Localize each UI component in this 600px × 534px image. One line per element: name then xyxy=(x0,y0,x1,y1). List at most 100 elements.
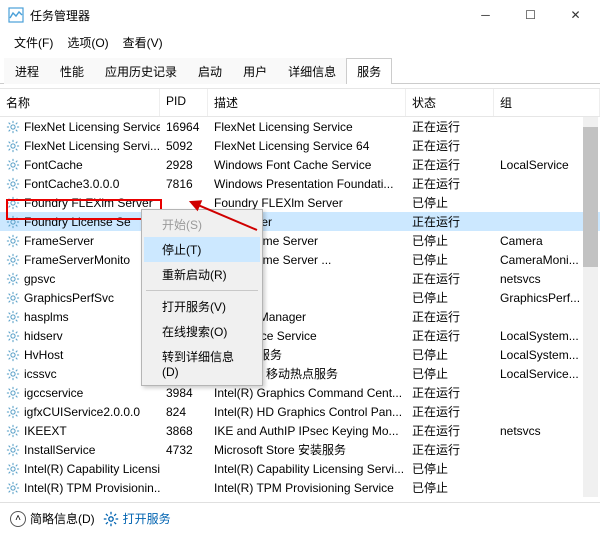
service-row[interactable]: hidservace Device Service正在运行LocalSystem… xyxy=(0,326,600,345)
service-row[interactable]: Intel(R) Capability Licensi... Intel(R) C… xyxy=(0,459,600,478)
footer-open-services[interactable]: 打开服务 xyxy=(123,510,171,527)
service-row[interactable]: InstallService4732Microsoft Store 安装服务正在… xyxy=(0,440,600,459)
service-row[interactable]: HvHostHV 主机服务已停止LocalSystem... xyxy=(0,345,600,364)
service-pid: 16964 xyxy=(160,119,208,135)
service-row[interactable]: GraphicsPerfSvcSvc已停止GraphicsPerf... xyxy=(0,288,600,307)
service-row[interactable]: igfxCUIService2.0.0.0 824Intel(R) HD Grap… xyxy=(0,402,600,421)
service-pid: 2928 xyxy=(160,157,208,173)
service-icon xyxy=(6,481,20,495)
service-name: FontCache3.0.0.0 xyxy=(24,177,119,191)
service-icon xyxy=(6,462,20,476)
maximize-button[interactable]: ☐ xyxy=(508,0,553,30)
close-button[interactable]: ✕ xyxy=(553,0,598,30)
minimize-button[interactable]: ─ xyxy=(463,0,508,30)
service-pid xyxy=(160,487,208,489)
service-status: 正在运行 xyxy=(406,383,494,402)
service-name: Intel(R) TPM Provisionin... xyxy=(24,481,160,495)
service-row[interactable]: FontCache2928Windows Font Cache Service正… xyxy=(0,155,600,174)
service-row[interactable]: FrameServermera Frame Server已停止Camera xyxy=(0,231,600,250)
service-row[interactable]: igccservice 3984Intel(R) Graphics Command… xyxy=(0,383,600,402)
service-status: 已停止 xyxy=(406,250,494,269)
menu-options[interactable]: 选项(O) xyxy=(61,32,114,53)
col-status[interactable]: 状态 xyxy=(406,89,494,116)
service-name: FrameServer xyxy=(24,234,94,248)
service-row[interactable]: IKEEXT3868IKE and AuthIP IPsec Keying Mo… xyxy=(0,421,600,440)
tab-0[interactable]: 进程 xyxy=(4,58,50,84)
service-name: GraphicsPerfSvc xyxy=(24,291,114,305)
service-status: 正在运行 xyxy=(406,117,494,136)
service-status: 已停止 xyxy=(406,193,494,212)
tab-5[interactable]: 详细信息 xyxy=(277,58,347,84)
service-row[interactable]: Foundry License Sense Server正在运行 xyxy=(0,212,600,231)
service-row[interactable]: FlexNet Licensing Service16964FlexNet Li… xyxy=(0,117,600,136)
tab-6[interactable]: 服务 xyxy=(346,58,392,84)
service-desc: Microsoft Store 安装服务 xyxy=(208,440,406,459)
tab-1[interactable]: 性能 xyxy=(49,58,95,84)
chevron-up-icon[interactable]: ˄ xyxy=(10,511,26,527)
tab-4[interactable]: 用户 xyxy=(232,58,278,84)
service-row[interactable]: FrameServerMonitomera Frame Server ...已停… xyxy=(0,250,600,269)
service-status: 正在运行 xyxy=(406,440,494,459)
service-icon xyxy=(6,196,20,210)
vertical-scrollbar[interactable] xyxy=(583,117,598,497)
context-menu: 开始(S) 停止(T) 重新启动(R) 打开服务(V) 在线搜索(O) 转到详细… xyxy=(141,209,263,386)
menu-file[interactable]: 文件(F) xyxy=(8,32,59,53)
service-desc: Intel(R) HD Graphics Control Pan... xyxy=(208,404,406,420)
service-desc: Intel(R) TPM Provisioning Service xyxy=(208,480,406,496)
service-icon xyxy=(6,291,20,305)
col-pid[interactable]: PID xyxy=(160,89,208,116)
service-name: InstallService xyxy=(24,443,95,457)
service-name: igfxCUIService2.0.0.0 xyxy=(24,405,140,419)
service-status: 已停止 xyxy=(406,364,494,383)
col-group[interactable]: 组 xyxy=(494,89,600,116)
service-icon xyxy=(6,386,20,400)
ctx-separator xyxy=(146,290,258,291)
ctx-stop[interactable]: 停止(T) xyxy=(144,237,260,262)
service-row[interactable]: Intel(R) TPM Provisionin... Intel(R) TPM … xyxy=(0,478,600,497)
service-row[interactable]: FontCache3.0.0.07816Windows Presentation… xyxy=(0,174,600,193)
service-status: 正在运行 xyxy=(406,212,494,231)
service-row[interactable]: hasplmsLicense Manager正在运行 xyxy=(0,307,600,326)
service-pid xyxy=(160,468,208,470)
gear-icon xyxy=(103,511,119,527)
service-name: Intel(R) Capability Licensi... xyxy=(24,462,160,476)
ctx-go-details[interactable]: 转到详细信息(D) xyxy=(144,344,260,383)
service-icon xyxy=(6,158,20,172)
service-name: Foundry License Se xyxy=(24,215,131,229)
service-status: 正在运行 xyxy=(406,421,494,440)
tab-2[interactable]: 应用历史记录 xyxy=(94,58,188,84)
service-desc: Windows Font Cache Service xyxy=(208,157,406,173)
service-icon xyxy=(6,367,20,381)
tab-3[interactable]: 启动 xyxy=(187,58,233,84)
service-icon xyxy=(6,443,20,457)
service-desc: Intel(R) Capability Licensing Servi... xyxy=(208,461,406,477)
service-desc: FlexNet Licensing Service xyxy=(208,119,406,135)
col-name[interactable]: 名称 xyxy=(0,89,160,116)
service-status: 正在运行 xyxy=(406,136,494,155)
ctx-restart[interactable]: 重新启动(R) xyxy=(144,262,260,287)
service-name: igccservice xyxy=(24,386,83,400)
service-status: 正在运行 xyxy=(406,307,494,326)
ctx-open-services[interactable]: 打开服务(V) xyxy=(144,294,260,319)
service-row[interactable]: icssvcWindows 移动热点服务已停止LocalService... xyxy=(0,364,600,383)
service-status: 已停止 xyxy=(406,288,494,307)
service-row[interactable]: gpsvcClient正在运行netsvcs xyxy=(0,269,600,288)
service-status: 已停止 xyxy=(406,478,494,497)
service-desc: FlexNet Licensing Service 64 xyxy=(208,138,406,154)
col-desc[interactable]: 描述 xyxy=(208,89,406,116)
service-icon xyxy=(6,405,20,419)
service-icon xyxy=(6,329,20,343)
service-desc: Intel(R) Graphics Command Cent... xyxy=(208,385,406,401)
window-title: 任务管理器 xyxy=(30,7,90,24)
menu-view[interactable]: 查看(V) xyxy=(117,32,169,53)
service-status: 正在运行 xyxy=(406,174,494,193)
service-row[interactable]: FlexNet Licensing Servi...5092FlexNet Li… xyxy=(0,136,600,155)
service-row[interactable]: Foundry FLEXlm ServerFoundry FLEXlm Serv… xyxy=(0,193,600,212)
service-pid: 3984 xyxy=(160,385,208,401)
service-status: 正在运行 xyxy=(406,402,494,421)
ctx-search-online[interactable]: 在线搜索(O) xyxy=(144,319,260,344)
footer-less[interactable]: 简略信息(D) xyxy=(30,510,95,527)
service-name: FlexNet Licensing Servi... xyxy=(24,139,160,153)
service-name: hasplms xyxy=(24,310,69,324)
service-pid: 824 xyxy=(160,404,208,420)
